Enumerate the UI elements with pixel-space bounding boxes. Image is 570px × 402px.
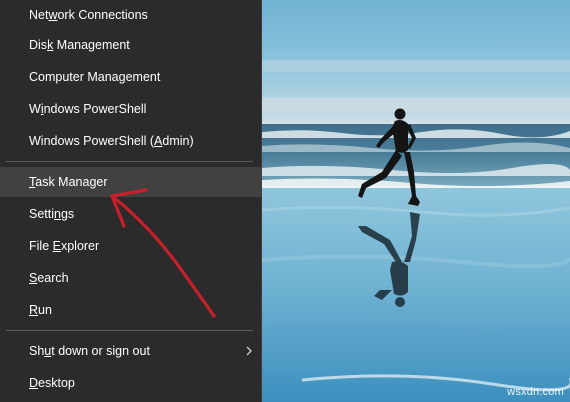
chevron-right-icon bbox=[246, 346, 252, 356]
menu-item-label: Computer Management bbox=[29, 70, 161, 84]
menu-item-task-manager[interactable]: Task Manager bbox=[0, 167, 262, 197]
menu-item-search[interactable]: Search bbox=[0, 263, 262, 293]
menu-item-label: Windows PowerShell bbox=[29, 102, 147, 116]
beach-runner-wallpaper-icon bbox=[262, 60, 570, 402]
menu-separator bbox=[6, 161, 253, 162]
menu-item-label: Disk Management bbox=[29, 38, 130, 52]
menu-item-label: Task Manager bbox=[29, 175, 108, 189]
menu-item-label: Shut down or sign out bbox=[29, 344, 150, 358]
menu-item-computer-management[interactable]: Computer Management bbox=[0, 62, 262, 92]
menu-item-label: Desktop bbox=[29, 376, 75, 390]
desktop-screen: wsxdn.com Network Connections Disk Manag… bbox=[0, 0, 570, 402]
menu-item-label: Windows PowerShell (Admin) bbox=[29, 134, 194, 148]
menu-item-settings[interactable]: Settings bbox=[0, 199, 262, 229]
menu-item-windows-powershell[interactable]: Windows PowerShell bbox=[0, 94, 262, 124]
menu-item-desktop[interactable]: Desktop bbox=[0, 368, 262, 398]
watermark-text: wsxdn.com bbox=[507, 386, 564, 398]
menu-item-windows-powershell-admin[interactable]: Windows PowerShell (Admin) bbox=[0, 126, 262, 156]
menu-item-label: Run bbox=[29, 303, 52, 317]
menu-item-file-explorer[interactable]: File Explorer bbox=[0, 231, 262, 261]
menu-item-network-connections[interactable]: Network Connections bbox=[0, 0, 262, 30]
menu-item-label: Settings bbox=[29, 207, 75, 221]
menu-item-shut-down-or-sign-out[interactable]: Shut down or sign out bbox=[0, 336, 262, 366]
menu-item-run[interactable]: Run bbox=[0, 295, 262, 325]
power-user-menu: Network Connections Disk Management Comp… bbox=[0, 0, 262, 402]
menu-item-label: Network Connections bbox=[29, 8, 148, 22]
menu-item-disk-management[interactable]: Disk Management bbox=[0, 30, 262, 60]
menu-item-label: File Explorer bbox=[29, 239, 100, 253]
menu-item-label: Search bbox=[29, 271, 69, 285]
desktop-wallpaper: wsxdn.com bbox=[262, 0, 570, 402]
menu-separator bbox=[6, 330, 253, 331]
